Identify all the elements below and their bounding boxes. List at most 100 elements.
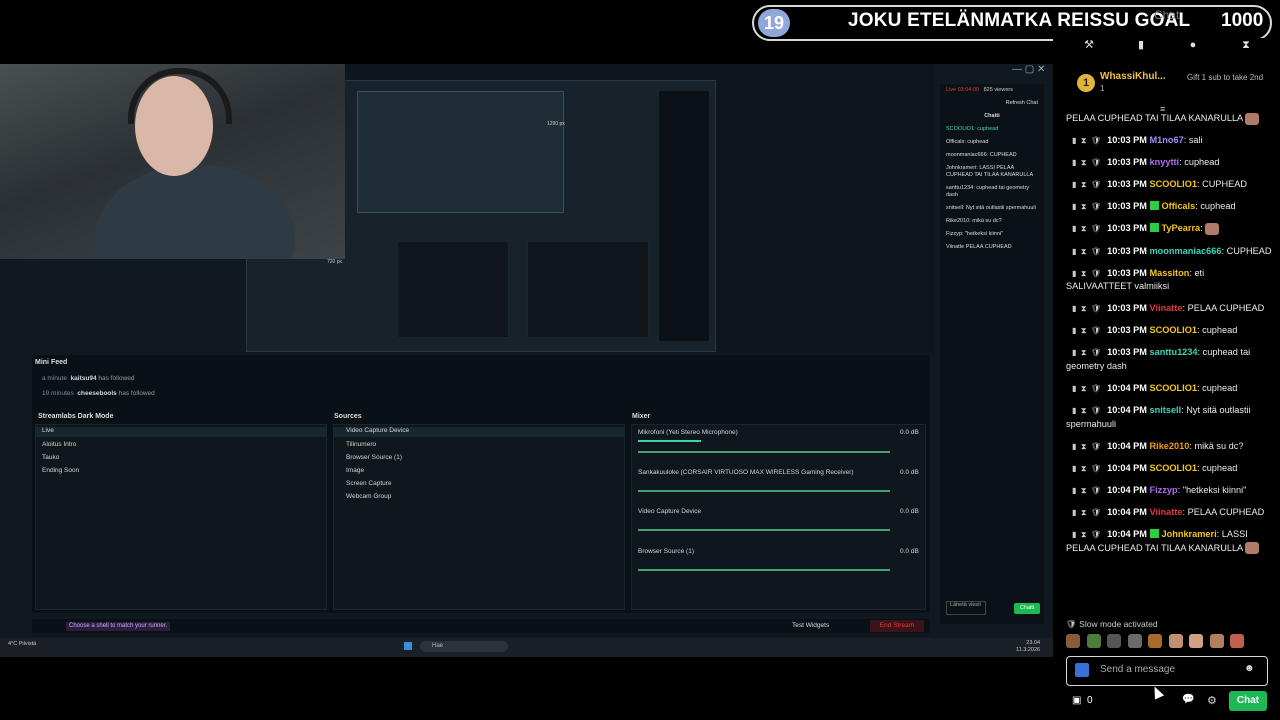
mod-icons[interactable]: ▮ ⧗ 🛡: [1072, 136, 1101, 145]
hourglass-icon[interactable]: ⧗: [1239, 38, 1253, 52]
slow-mode-notice: 🛡 Slow mode activated: [1066, 619, 1158, 629]
message-username[interactable]: snitsell: [1150, 405, 1182, 415]
emote[interactable]: [1148, 634, 1162, 648]
mod-icons[interactable]: ▮ ⧗ 🛡: [1072, 269, 1101, 278]
start-icon[interactable]: [404, 642, 412, 650]
emote-picker-icon[interactable]: ☻: [1244, 663, 1255, 674]
message-username[interactable]: Viinatte: [1150, 507, 1183, 517]
emote[interactable]: [1168, 634, 1183, 648]
emote[interactable]: [1086, 634, 1101, 648]
emote[interactable]: [1107, 634, 1121, 648]
refresh-chat-button[interactable]: Refresh Chat: [940, 97, 1044, 110]
mod-icons[interactable]: ▮ ⧗ 🛡: [1072, 304, 1101, 313]
obs-chat-line: snitsell: Nyt sitä outlastii spermahuuli: [946, 205, 1036, 211]
emote[interactable]: [1230, 634, 1244, 648]
source-item[interactable]: Webcam Group: [346, 493, 391, 500]
gear-icon[interactable]: ⚙: [1207, 694, 1217, 707]
chat-message: ▮ ⧗ 🛡 10:03 PM knyytti: cuphead: [1072, 157, 1220, 168]
hourglass-icon: ⧗: [1080, 326, 1087, 336]
mod-icons[interactable]: ▮ ⧗ 🛡: [1072, 158, 1101, 167]
source-item[interactable]: Image: [346, 467, 364, 474]
mixer-volume-slider[interactable]: [638, 569, 890, 571]
source-item[interactable]: Tilinumero: [346, 441, 376, 448]
emote-bar[interactable]: [1066, 634, 1272, 650]
message-username[interactable]: SCOOLIO1: [1150, 383, 1197, 393]
message-username[interactable]: SCOOLIO1: [1150, 325, 1197, 335]
end-stream-button[interactable]: End Stream: [870, 620, 924, 632]
message-username[interactable]: Rike2010: [1150, 441, 1190, 451]
message-username[interactable]: SCOOLIO1: [1150, 463, 1197, 473]
message-text: CUPHEAD: [1226, 245, 1272, 256]
mod-icons[interactable]: ▮ ⧗ 🛡: [1072, 508, 1101, 517]
mod-icons[interactable]: ▮ ⧗ 🛡: [1072, 326, 1101, 335]
scene-item[interactable]: Ending Soon: [42, 467, 79, 474]
mixer-volume-slider[interactable]: [638, 451, 890, 453]
scene-item[interactable]: Tauko: [42, 454, 59, 461]
message-username[interactable]: Massiton: [1150, 268, 1190, 278]
goal-title: JOKU ETELÄNMATKA REISSU GOAL: [848, 10, 1191, 31]
status-hint[interactable]: Choose a shell to match your runner.: [66, 622, 171, 631]
gift-prompt[interactable]: Gift 1 sub to take 2nd: [1187, 73, 1267, 83]
test-widgets-button[interactable]: Test Widgets: [792, 622, 829, 629]
message-username[interactable]: M1no67: [1150, 135, 1184, 145]
mixer-channel-name: Mikrofoni (Yeti Stereo Microphone): [638, 429, 738, 436]
scene-item[interactable]: Live: [36, 427, 326, 437]
chat-message: ▮ ⧗ 🛡 10:03 PM Officals: cuphead: [1072, 201, 1236, 212]
message-username[interactable]: TyPearra: [1162, 223, 1201, 233]
delete-icon[interactable]: ▮: [1134, 38, 1148, 52]
channel-points[interactable]: ▣ 0: [1072, 695, 1093, 706]
taskbar-search[interactable]: Hae: [420, 641, 508, 652]
message-username[interactable]: SCOOLIO1: [1150, 179, 1197, 189]
scene-item[interactable]: Aloitus Intro: [42, 441, 76, 448]
obs-chat-input[interactable]: Lähetä viesti: [946, 601, 986, 615]
whisper-icon[interactable]: 💬: [1182, 694, 1194, 705]
mod-icons[interactable]: ▮ ⧗ 🛡: [1072, 224, 1101, 233]
mod-icons[interactable]: ▮ ⧗ 🛡: [1072, 384, 1101, 393]
obs-chat-send-button[interactable]: Chatti: [1014, 603, 1040, 614]
mod-icons[interactable]: ▮ ⧗ 🛡: [1072, 202, 1101, 211]
message-username[interactable]: knyytti: [1150, 157, 1180, 167]
message-username[interactable]: santtu1234: [1150, 347, 1198, 357]
mod-icons[interactable]: ▮ ⧗ 🛡: [1072, 406, 1101, 415]
mod-icons[interactable]: ▮ ⧗ 🛡: [1072, 247, 1101, 256]
chat-message: ▮ ⧗ 🛡 10:04 PM SCOOLIO1: cuphead: [1072, 383, 1238, 394]
delete-icon: ▮: [1072, 202, 1077, 212]
chat-message: ▮ ⧗ 🛡 10:04 PM Fizzyp: "hetkeksi kiinni": [1072, 484, 1247, 495]
message-timestamp: 10:03 PM: [1107, 201, 1147, 212]
delete-icon: ▮: [1072, 136, 1077, 146]
shield-icon: 🛡: [1090, 348, 1102, 358]
mixer-volume-slider[interactable]: [638, 529, 890, 531]
chat-bubble-icon[interactable]: ●: [1186, 38, 1200, 52]
message-username[interactable]: Viinatte: [1150, 303, 1183, 313]
mod-icons[interactable]: ▮ ⧗ 🛡: [1072, 530, 1101, 539]
message-username[interactable]: moonmaniac666: [1150, 246, 1222, 256]
pin-icon[interactable]: ⚒: [1082, 38, 1096, 52]
top-gifter-name[interactable]: WhassiKhul...: [1100, 71, 1166, 82]
emote[interactable]: [1189, 634, 1203, 648]
mod-icons[interactable]: ▮ ⧗ 🛡: [1072, 486, 1101, 495]
source-item[interactable]: Browser Source (1): [346, 454, 402, 461]
emote[interactable]: [1127, 634, 1142, 648]
mod-icons[interactable]: ▮ ⧗ 🛡: [1072, 442, 1101, 451]
shield-icon: 🛡: [1090, 268, 1102, 278]
mod-icons[interactable]: ▮ ⧗ 🛡: [1072, 180, 1101, 189]
source-item[interactable]: Screen Capture: [346, 480, 392, 487]
emote[interactable]: [1066, 634, 1080, 648]
mod-icons[interactable]: ▮ ⧗ 🛡: [1072, 464, 1101, 473]
chat-input-placeholder[interactable]: Send a message: [1100, 664, 1175, 675]
message-username[interactable]: Johnkrameri: [1162, 529, 1217, 539]
mixer-volume-slider[interactable]: [638, 490, 890, 492]
message-timestamp: 10:04 PM: [1107, 529, 1147, 540]
chat-send-button[interactable]: Chat: [1229, 691, 1267, 711]
window-controls[interactable]: — ▢ ✕: [1012, 64, 1045, 75]
chat-message: ▮ ⧗ 🛡 10:03 PM TyPearra:: [1066, 222, 1272, 236]
message-text: PELAA CUPHEAD TAI TILAA KANARULLA: [1066, 113, 1243, 123]
source-item[interactable]: Video Capture Device: [334, 427, 624, 437]
mod-icons[interactable]: ▮ ⧗ 🛡: [1072, 348, 1101, 357]
message-username[interactable]: Fizzyp: [1150, 485, 1178, 495]
emote[interactable]: [1209, 634, 1224, 648]
delete-icon: ▮: [1072, 441, 1077, 451]
message-username[interactable]: Officals: [1162, 201, 1196, 211]
hourglass-icon: ⧗: [1080, 508, 1087, 517]
weather-widget[interactable]: 4°C Pilvistä: [8, 641, 48, 647]
